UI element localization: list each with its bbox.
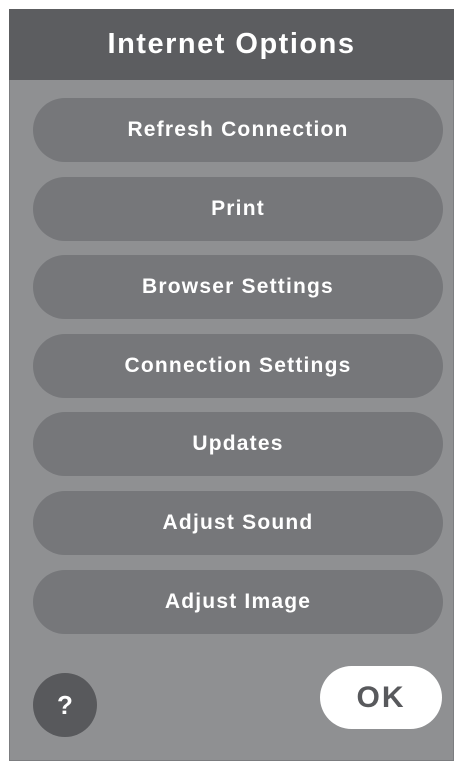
refresh-connection-button[interactable]: Refresh Connection [33,98,443,162]
adjust-image-button[interactable]: Adjust Image [33,569,443,634]
question-mark-icon: ? [57,689,73,720]
connection-settings-button[interactable]: Connection Settings [33,333,443,398]
ok-button[interactable]: OK [320,666,442,729]
title-bar: Internet Options [9,9,454,80]
dialog-title: Internet Options [107,28,356,60]
print-button[interactable]: Print [33,176,443,241]
updates-button[interactable]: Updates [33,412,443,477]
browser-settings-button[interactable]: Browser Settings [33,255,443,320]
options-menu: Refresh Connection Print Browser Setting… [33,98,443,648]
adjust-sound-button[interactable]: Adjust Sound [33,490,443,555]
help-button[interactable]: ? [33,673,97,737]
internet-options-dialog: Internet Options Refresh Connection Prin… [9,9,454,761]
